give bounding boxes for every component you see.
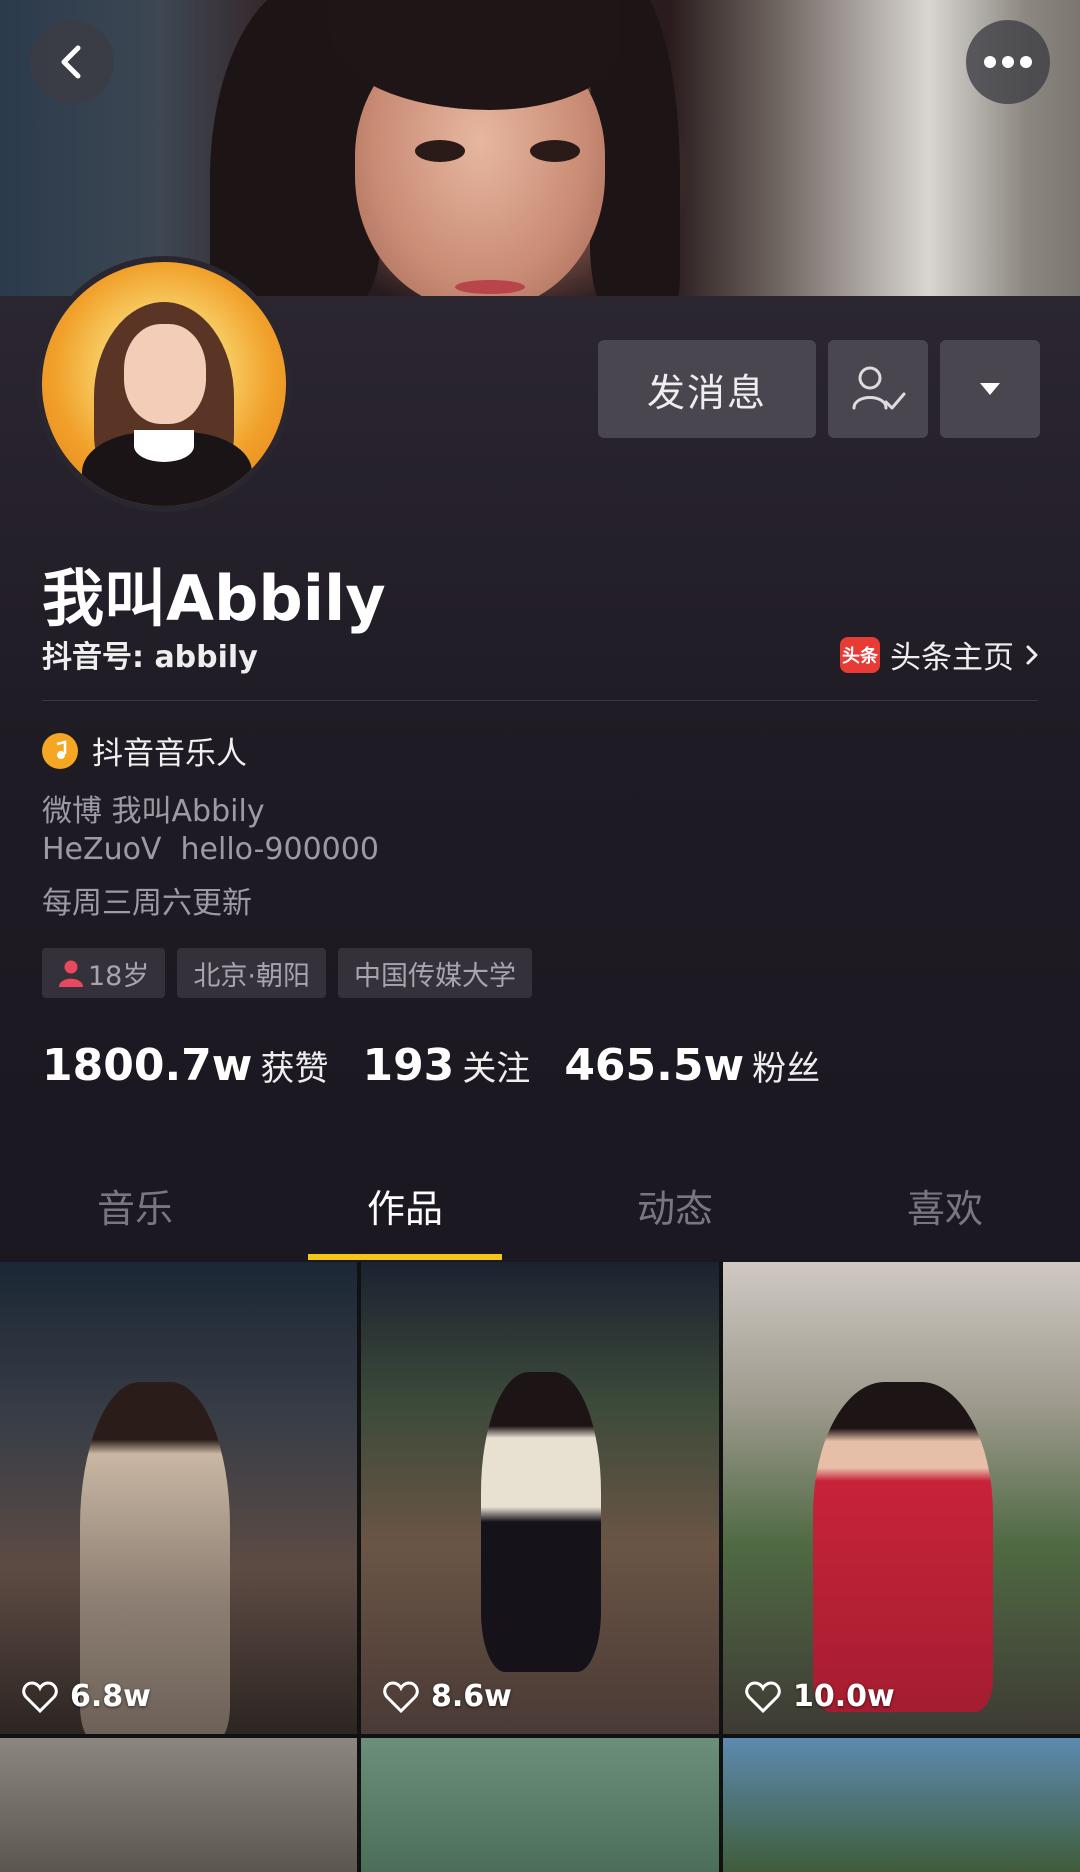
caret-down-icon [980, 383, 1000, 395]
profile-tags: 18岁 北京·朝阳 中国传媒大学 [42, 948, 532, 998]
tab-dynamics[interactable]: 动态 [540, 1150, 810, 1260]
video-thumbnail[interactable] [0, 1738, 357, 1872]
profile-tabs: 音乐 作品 动态 喜欢 [0, 1150, 1080, 1260]
cover-photo [0, 0, 1080, 296]
chevron-left-icon [61, 45, 81, 79]
more-button[interactable] [966, 20, 1050, 104]
followed-button[interactable] [828, 340, 928, 438]
musician-badge: 抖音音乐人 [42, 728, 247, 773]
female-user-icon [59, 960, 83, 987]
toutiao-icon: 头条 [840, 636, 880, 673]
tab-likes[interactable]: 喜欢 [810, 1150, 1080, 1260]
profile-stats: 1800.7w 获赞 193 关注 465.5w 粉丝 [42, 1040, 820, 1091]
dropdown-button[interactable] [940, 340, 1040, 438]
followers-stat[interactable]: 465.5w 粉丝 [564, 1040, 820, 1091]
divider [42, 700, 1038, 701]
video-grid: 6.8w 8.6w 10.0w [0, 1262, 1080, 1872]
video-thumbnail[interactable]: 6.8w [0, 1262, 357, 1734]
more-horizontal-icon [984, 56, 1032, 68]
music-note-icon [42, 732, 78, 769]
like-count: 8.6w [383, 1679, 512, 1714]
video-thumbnail[interactable]: 10.0w [723, 1262, 1080, 1734]
heart-icon [22, 1680, 58, 1713]
video-thumbnail[interactable] [723, 1738, 1080, 1872]
send-message-button[interactable]: 发消息 [598, 340, 816, 438]
like-count: 6.8w [22, 1679, 151, 1714]
profile-name: 我叫Abbily [42, 562, 386, 635]
following-stat[interactable]: 193 关注 [362, 1040, 530, 1091]
chevron-right-icon [1026, 645, 1038, 664]
heart-icon [383, 1680, 419, 1713]
musician-label: 抖音音乐人 [92, 736, 247, 772]
heart-icon [745, 1680, 781, 1713]
back-button[interactable] [30, 20, 114, 104]
toutiao-homepage-link[interactable]: 头条 头条主页 [840, 632, 1040, 677]
age-tag: 18岁 [42, 948, 166, 998]
likes-stat: 1800.7w 获赞 [42, 1040, 329, 1091]
location-tag: 北京·朝阳 [177, 948, 326, 998]
school-tag: 中国传媒大学 [337, 948, 532, 998]
tab-works[interactable]: 作品 [270, 1150, 540, 1260]
avatar[interactable] [36, 256, 292, 512]
video-thumbnail[interactable]: 8.6w [361, 1262, 719, 1734]
user-check-icon [852, 366, 906, 410]
like-count: 10.0w [745, 1679, 895, 1714]
bio-line: 每周三周六更新 [42, 886, 252, 921]
bio-line: 微博 我叫Abbily [42, 794, 265, 829]
tab-music[interactable]: 音乐 [0, 1150, 270, 1260]
bio-line: HeZuoV hello-900000 [42, 832, 379, 867]
douyin-id: 抖音号: abbily [42, 640, 258, 675]
video-thumbnail[interactable] [361, 1738, 719, 1872]
toutiao-link-label: 头条主页 [890, 640, 1014, 676]
